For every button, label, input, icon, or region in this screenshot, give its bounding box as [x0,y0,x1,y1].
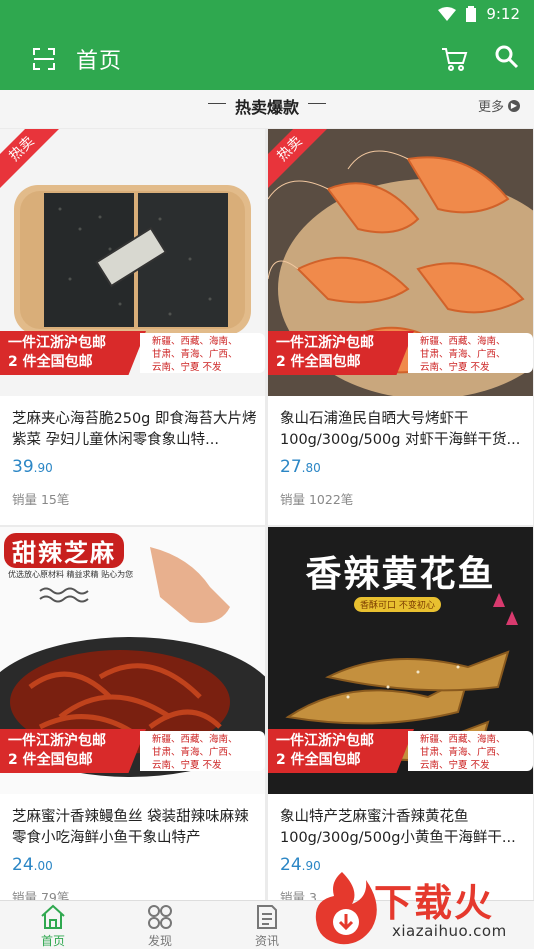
shipping-banner: 一件江浙沪包邮 2 件全国包邮 新疆、西藏、海南、 甘肃、青海、广西、 云南、宁夏 不… [0,729,265,773]
product-card[interactable]: 热卖 一件江浙沪包邮 2 件全国包邮 新疆、西藏、海南、 甘肃、青海、广西、 云南、宁… [268,129,533,525]
tab-home[interactable]: 首页 [23,903,83,949]
status-bar: 9:12 [0,0,534,28]
product-name: 芝麻蜜汁香辣鳗鱼丝 袋装甜辣味麻辣零食小吃海鲜小鱼干象山特产 [12,809,249,846]
product-price: 27.80 [280,457,321,477]
tab-label: 首页 [40,934,65,948]
battery-icon [466,6,477,22]
product-banner-subtitle: 香酥可口 不变初心 [354,597,441,612]
product-name: 芝麻夹心海苔脆250g 即食海苔大片烤紫菜 孕妇儿童休闲零食象山特... [12,411,257,448]
page-title: 首页 [76,49,123,74]
status-time: 9:12 [486,5,520,23]
section-header: 热卖爆款 更多 ▶ [0,90,534,128]
tab-discover[interactable]: 发现 [130,903,190,949]
more-link[interactable]: 更多 ▶ [478,96,520,115]
tab-label: 发现 [147,934,172,948]
product-image: 香辣黄花鱼 香酥可口 不变初心 一件江浙沪包邮 2 件全国包邮 新疆、西藏、海南、… [268,527,533,794]
product-image: 热卖 一件江浙沪包邮 2 件全国包邮 新疆、西藏、海南、 甘肃、青海、广西、 云南、宁… [0,129,265,396]
flame-logo-icon [315,872,377,945]
wifi-icon [438,7,457,21]
product-image: 甜辣芝麻 优选放心原材料 精益求精 贴心为您 一件江浙沪包邮 2 件全国包邮 新疆… [0,527,265,794]
app-bar: 首页 [0,28,534,90]
product-banner-subtitle: 优选放心原材料 精益求精 贴心为您 [8,570,134,579]
product-card[interactable]: 热卖 一件江浙沪包邮 2 件全国包邮 新疆、西藏、海南、 甘肃、青海、广西、 云南、宁… [0,129,265,525]
news-icon [257,905,277,929]
discover-icon [148,905,172,929]
product-sales: 销量 1022笔 [280,492,354,507]
watermark: 下载火 xiazaihuo.com [312,868,534,949]
watermark-url: xiazaihuo.com [392,922,507,940]
product-banner-title: 甜辣芝麻 [4,533,124,568]
shipping-banner: 一件江浙沪包邮 2 件全国包邮 新疆、西藏、海南、 甘肃、青海、广西、 云南、宁夏 不… [268,729,533,773]
search-icon[interactable] [494,44,520,70]
watermark-brand: 下载火 [374,881,495,925]
tab-news[interactable]: 资讯 [237,903,297,949]
product-image: 热卖 一件江浙沪包邮 2 件全国包邮 新疆、西藏、海南、 甘肃、青海、广西、 云南、宁… [268,129,533,396]
product-sales: 销量 15笔 [12,492,70,507]
tab-label: 资讯 [254,934,279,948]
cart-icon[interactable] [440,45,468,73]
product-card[interactable]: 香辣黄花鱼 香酥可口 不变初心 一件江浙沪包邮 2 件全国包邮 新疆、西藏、海南、… [268,527,533,923]
product-price: 24.00 [12,855,53,875]
chevron-right-icon: ▶ [508,99,520,112]
section-title: 热卖爆款 [234,98,299,117]
shipping-banner: 一件江浙沪包邮 2 件全国包邮 新疆、西藏、海南、 甘肃、青海、广西、 云南、宁夏 不… [0,331,265,375]
home-icon [41,904,65,929]
product-name: 象山特产芝麻蜜汁香辣黄花鱼100g/300g/500g小黄鱼干海鲜干... [280,809,516,846]
divider [308,103,326,104]
more-label: 更多 [477,100,504,115]
product-price: 39.90 [12,457,53,477]
product-name: 象山石浦渔民自晒大号烤虾干100g/300g/500g 对虾干海鲜干货... [280,411,521,448]
scan-icon[interactable] [32,47,56,71]
shipping-banner: 一件江浙沪包邮 2 件全国包邮 新疆、西藏、海南、 甘肃、青海、广西、 云南、宁夏 不… [268,331,533,375]
product-card[interactable]: 甜辣芝麻 优选放心原材料 精益求精 贴心为您 一件江浙沪包邮 2 件全国包邮 新疆… [0,527,265,923]
product-banner-title: 香辣黄花鱼 [305,554,496,595]
